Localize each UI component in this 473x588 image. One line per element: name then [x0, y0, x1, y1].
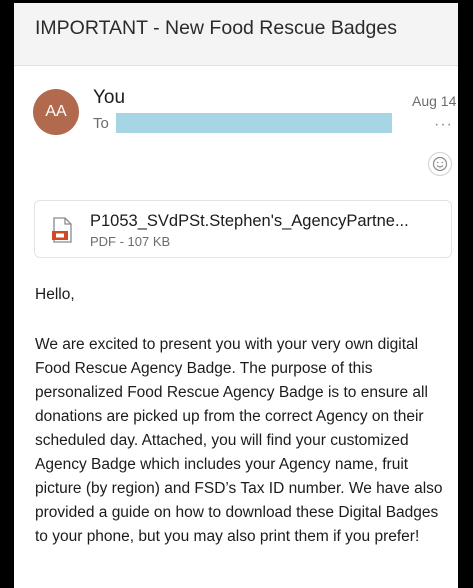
email-date: Aug 14 [412, 93, 457, 109]
recipient-redaction [116, 113, 392, 133]
sender-name[interactable]: You [93, 87, 125, 109]
ellipsis-icon: ··· [434, 116, 453, 133]
email-frame: IMPORTANT - New Food Rescue Badges AA Yo… [14, 3, 458, 588]
to-label: To [93, 115, 109, 132]
pdf-file-icon [52, 217, 72, 243]
add-reaction-button[interactable] [428, 152, 452, 176]
attachment-card[interactable]: P1053_SVdPSt.Stephen's_AgencyPartne... P… [34, 200, 452, 258]
email-greeting: Hello, [35, 286, 75, 303]
attachment-filename: P1053_SVdPSt.Stephen's_AgencyPartne... [90, 212, 409, 230]
email-subject: IMPORTANT - New Food Rescue Badges [35, 17, 397, 39]
subject-bar: IMPORTANT - New Food Rescue Badges [14, 3, 458, 66]
more-options-button[interactable]: ··· [434, 116, 453, 134]
attachment-meta: PDF - 107 KB [90, 234, 171, 249]
sender-avatar[interactable]: AA [33, 89, 79, 135]
email-body: We are excited to present you with your … [35, 336, 443, 545]
smiley-icon [432, 156, 448, 172]
